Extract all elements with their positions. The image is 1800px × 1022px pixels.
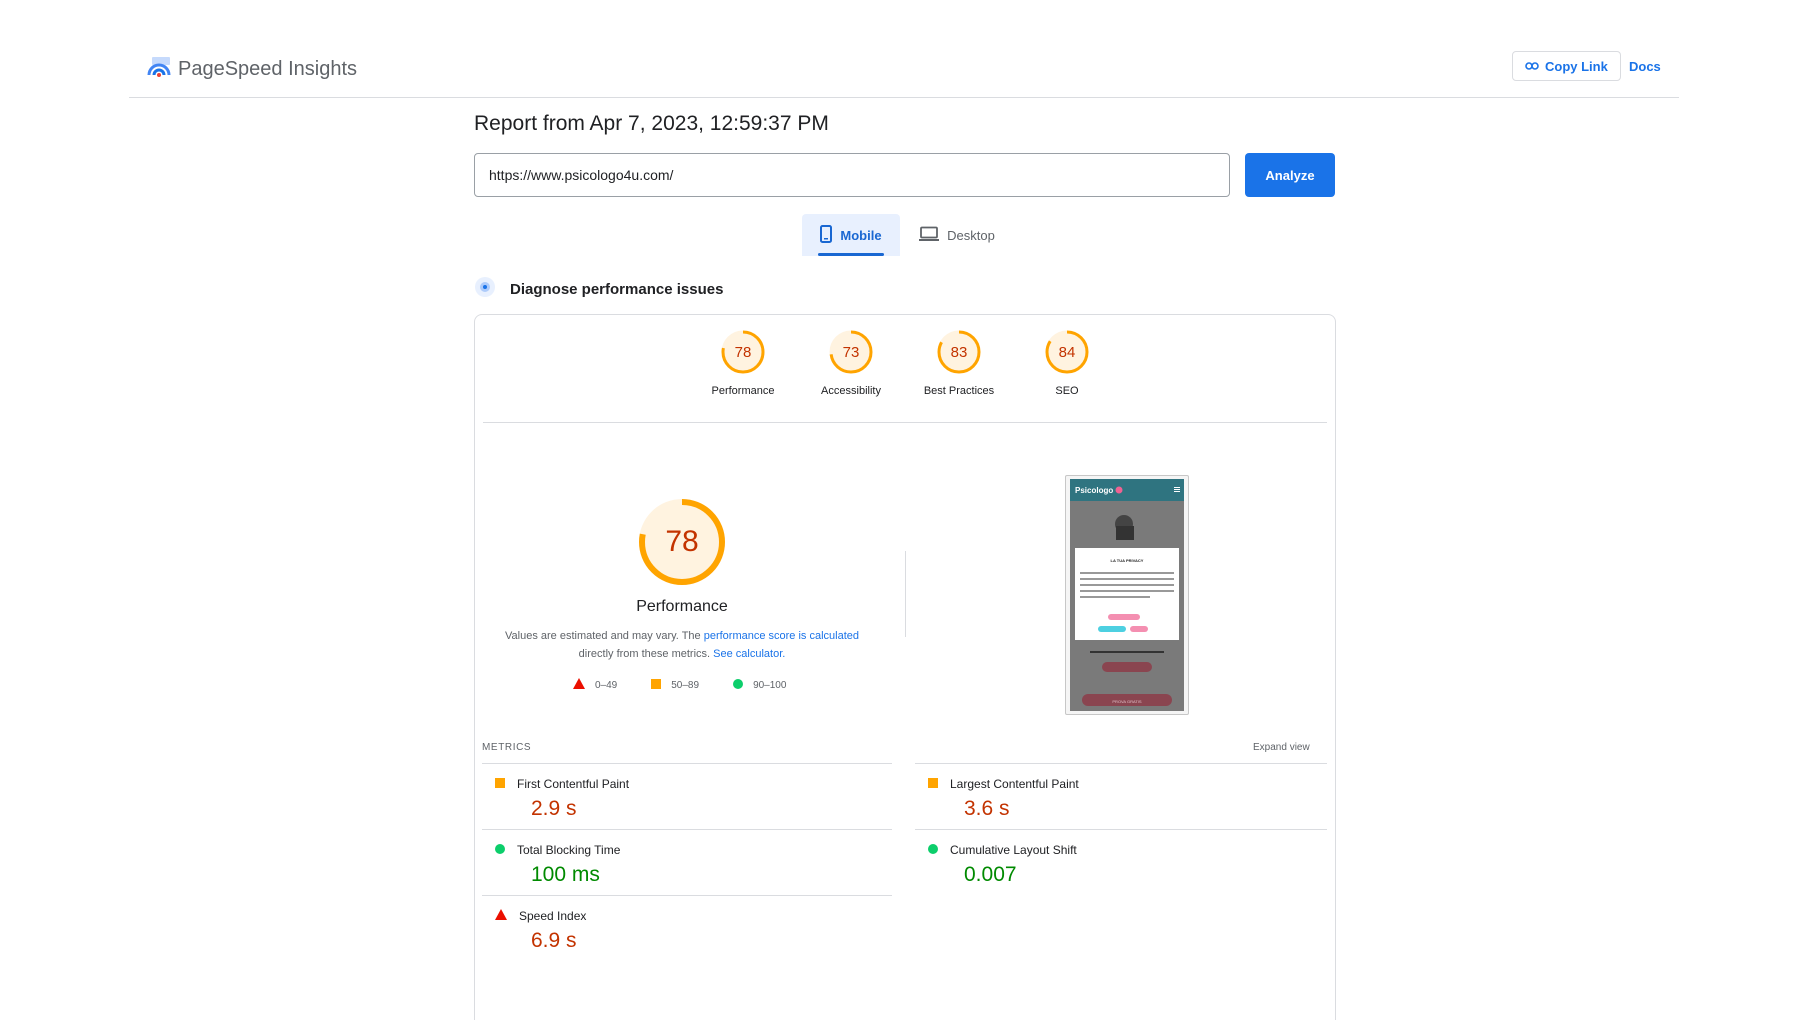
triangle-icon [495,909,507,923]
metric-value: 100 ms [531,863,600,886]
page-screenshot-thumbnail[interactable]: Psicologo LA TUA PRIVACY PROVA GRATIS [1065,475,1189,715]
gauge-best-practices[interactable]: 83 Best Practices [916,329,1002,397]
legend-pass: 90–100 [733,678,787,692]
circle-icon [733,678,744,692]
metrics-divider [482,895,892,896]
app-logo[interactable]: PageSpeed Insights [146,55,357,84]
diagnose-icon [474,276,496,303]
metric-lcp: Largest Contentful Paint 3.6 s [928,777,1079,821]
active-tab-indicator [818,253,884,256]
legend-fail-label: 0–49 [595,679,618,691]
metric-value: 3.6 s [964,797,1010,820]
legend-average-label: 50–89 [671,679,700,691]
metric-name: Total Blocking Time [517,843,621,857]
see-calculator-link[interactable]: See calculator. [713,648,785,660]
gauge-performance[interactable]: 78 Performance [700,329,786,397]
triangle-icon [573,678,585,692]
gauge-score: 73 [842,343,860,361]
url-input[interactable] [474,153,1230,197]
performance-note: Values are estimated and may vary. The p… [505,627,859,663]
legend-pass-label: 90–100 [753,679,787,691]
pagespeed-logo-icon [146,55,172,84]
gauge-seo[interactable]: 84 SEO [1024,329,1110,397]
screenshot-privacy-title: LA TUA PRIVACY [1111,558,1144,563]
square-icon [651,678,662,692]
gauge-accessibility[interactable]: 73 Accessibility [808,329,894,397]
performance-label: Performance [636,598,728,615]
expand-view-toggle[interactable]: Expand view [1253,742,1310,753]
circle-icon [928,843,938,857]
copy-link-button[interactable]: Copy Link [1512,51,1621,81]
metric-name: Largest Contentful Paint [950,777,1079,791]
tab-desktop[interactable]: Desktop [912,214,1002,256]
circle-icon [495,843,505,857]
metric-value: 6.9 s [531,929,577,952]
metric-fcp: First Contentful Paint 2.9 s [495,777,629,821]
tab-mobile[interactable]: Mobile [802,214,900,256]
metric-name: Speed Index [519,909,587,923]
report-card: 78 Performance 73 Accessibility 83 Best … [474,314,1336,1020]
mobile-icon [820,224,833,246]
diagnose-title: Diagnose performance issues [510,281,724,298]
performance-score: 78 [665,525,699,558]
gauge-label: Accessibility [821,385,881,397]
copy-link-label: Copy Link [1545,58,1608,74]
link-icon [1525,59,1539,74]
screenshot-brand: Psicologo [1075,486,1113,495]
top-header: PageSpeed Insights Copy Link Docs [129,40,1679,98]
app-title: PageSpeed Insights [178,58,358,80]
vertical-divider [905,551,906,637]
gauge-label: Best Practices [923,385,995,397]
analyze-button[interactable]: Analyze [1245,153,1335,197]
metric-cls: Cumulative Layout Shift 0.007 [928,843,1077,887]
metric-value: 2.9 s [531,797,577,820]
gauge-label: Performance [711,385,775,397]
metric-tbt: Total Blocking Time 100 ms [495,843,620,887]
metric-speed-index: Speed Index 6.9 s [495,909,586,953]
score-gauges: 78 Performance 73 Accessibility 83 Best … [475,329,1335,397]
gauge-score: 83 [950,343,968,361]
metrics-divider [482,829,892,830]
note-text: Values are estimated and may vary. The [505,630,704,642]
note-text: directly from these metrics. [578,648,714,660]
screenshot-cta: PROVA GRATIS [1112,699,1142,704]
desktop-icon [919,226,940,245]
metrics-divider [915,763,1327,764]
legend-average: 50–89 [651,678,700,692]
metrics-title: METRICS [482,742,532,753]
square-icon [928,777,938,791]
metrics-divider [482,763,892,764]
report-title: Report from Apr 7, 2023, 12:59:37 PM [474,112,829,135]
diagnose-section-header: Diagnose performance issues [474,276,723,303]
gauge-score: 84 [1058,343,1076,361]
metric-name: First Contentful Paint [517,777,630,791]
tab-mobile-label: Mobile [840,227,882,243]
tab-desktop-label: Desktop [947,227,995,243]
gauge-label: SEO [1055,385,1079,397]
docs-link[interactable]: Docs [1629,59,1661,74]
score-calculation-link[interactable]: performance score is calculated [704,630,859,642]
score-legend: 0–49 50–89 90–100 [573,678,786,692]
gauge-score: 78 [734,343,752,361]
metric-value: 0.007 [964,863,1017,886]
legend-fail: 0–49 [573,678,617,692]
metrics-divider [915,829,1327,830]
divider [483,422,1327,423]
square-icon [495,777,505,791]
metric-name: Cumulative Layout Shift [950,843,1077,857]
